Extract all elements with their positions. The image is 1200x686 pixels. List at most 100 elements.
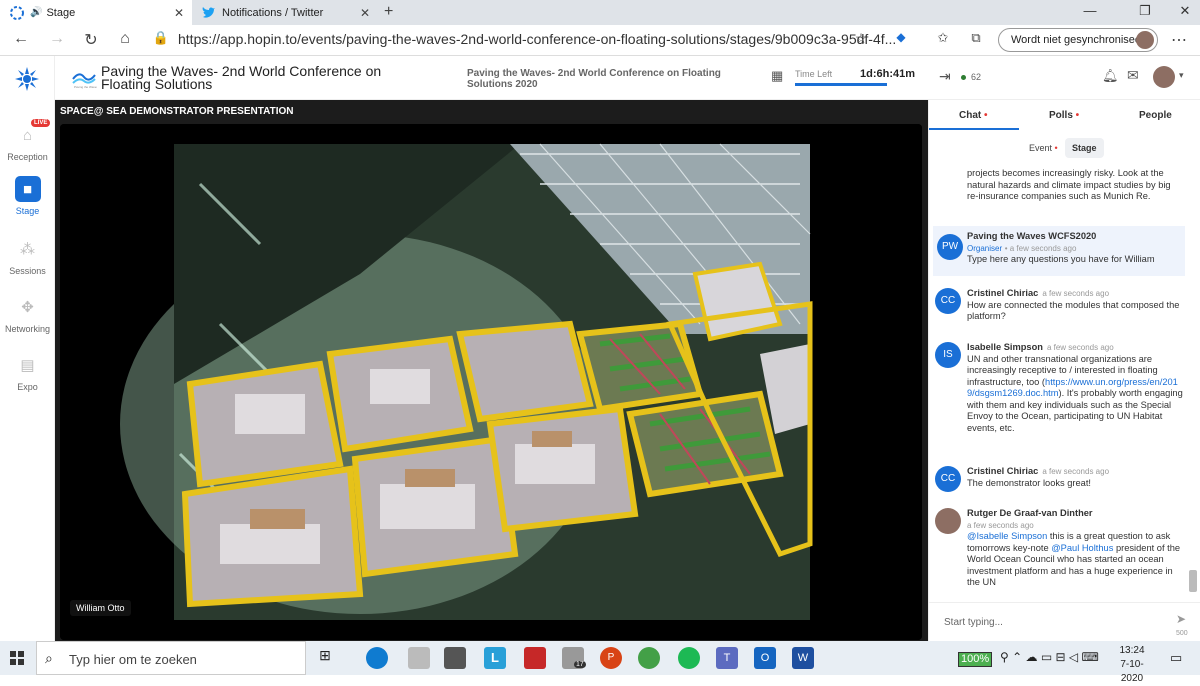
chat-message: Rutger De Graaf-van Dinther a few second… <box>935 508 1183 589</box>
chat-message: CC Cristinel Chiriac a few seconds ago Th… <box>935 466 1183 492</box>
url-field[interactable]: https://app.hopin.to/events/paving-the-w… <box>178 31 896 47</box>
chat-input[interactable]: Start typing... <box>944 617 1003 628</box>
time-left-value: 1d:6h:41m <box>860 68 916 80</box>
lock-icon[interactable]: 🔒 <box>150 30 172 46</box>
tab-twitter[interactable]: Notifications / Twitter ✕ <box>192 0 378 25</box>
clock[interactable]: 13:24 7-10-2020 <box>1110 644 1154 686</box>
char-count: 500 <box>1176 630 1188 637</box>
address-bar: ← → ↻ ⌂ 🔒 https://app.hopin.to/events/pa… <box>0 25 1200 56</box>
time-left-bar <box>795 83 887 86</box>
system-tray-icons[interactable]: ⚲ ⌃ ☁ ▭ ⊟ ◁ ⌨ <box>1000 650 1099 664</box>
author-name[interactable]: Cristinel Chiriac <box>967 288 1038 298</box>
new-tab-button[interactable]: + <box>384 3 393 21</box>
handshake-icon: ✥ <box>21 299 34 316</box>
sidebar-item-expo[interactable]: ▤ Expo <box>0 352 55 392</box>
avatar: CC <box>935 466 961 492</box>
active-tab-indicator <box>929 128 1019 130</box>
role-badge: Organiser <box>967 243 1003 253</box>
back-icon[interactable]: ← <box>10 30 32 48</box>
home-icon[interactable]: ⌂ <box>114 30 136 48</box>
hopin-icon <box>10 5 24 20</box>
hopin-logo[interactable] <box>14 66 40 97</box>
taskbar-search[interactable]: ⌕ Typ hier om te zoeken <box>36 641 306 675</box>
forward-icon[interactable]: → <box>46 30 68 48</box>
author-name[interactable]: Paving the Waves WCFS2020 <box>967 231 1183 243</box>
close-icon[interactable]: ✕ <box>360 6 370 20</box>
sidebar-item-reception[interactable]: ⌂ Reception <box>0 122 55 163</box>
battery-indicator[interactable]: 100% <box>958 652 993 667</box>
spotify-icon[interactable] <box>678 647 700 669</box>
windows-start-icon[interactable] <box>10 651 24 670</box>
menu-icon[interactable]: ⋯ <box>1168 30 1190 50</box>
tab-chat[interactable]: Chat • <box>959 110 988 121</box>
badge-count: 17 <box>574 661 586 668</box>
window-close-icon[interactable]: ✕ <box>1175 3 1195 19</box>
powerpoint-icon[interactable]: P <box>600 647 622 669</box>
sync-label: Wordt niet gesynchroniseerd <box>1011 34 1151 46</box>
edge-icon[interactable] <box>366 647 388 669</box>
mail-icon[interactable]: ✉ <box>1127 67 1139 84</box>
divider <box>929 602 1200 603</box>
mention-link[interactable]: @Isabelle Simpson <box>967 531 1047 541</box>
outlook-icon[interactable]: O <box>754 647 776 669</box>
refresh-icon[interactable]: ↻ <box>80 30 102 50</box>
extension-icon[interactable]: ◆ <box>890 30 912 44</box>
sidebar-item-stage[interactable]: ■ Stage <box>0 176 55 216</box>
app-sidebar: ⌂ Reception ■ Stage ⁂ Sessions ✥ Network… <box>0 56 55 641</box>
minimize-icon[interactable]: — <box>1080 3 1100 18</box>
author-name[interactable]: Isabelle Simpson <box>967 342 1043 352</box>
task-view-icon[interactable]: ⊞ <box>314 647 336 669</box>
app-l-icon[interactable]: L <box>484 647 506 669</box>
chrome-icon[interactable] <box>638 647 660 669</box>
event-title: Paving the Waves- 2nd World Conference o… <box>101 63 382 92</box>
send-icon[interactable]: ➤ <box>1176 612 1186 626</box>
user-avatar[interactable] <box>1153 66 1175 88</box>
author-name[interactable]: Cristinel Chiriac <box>967 466 1038 476</box>
calendar-icon[interactable]: ▦ <box>771 68 783 84</box>
tab-label: Notifications / Twitter <box>222 6 324 19</box>
author-name[interactable]: Rutger De Graaf-van Dinther <box>967 508 1183 520</box>
chevron-down-icon[interactable]: ▾ <box>1179 70 1184 81</box>
collections-icon[interactable]: ⧉ <box>965 30 987 46</box>
file-explorer-icon[interactable] <box>408 647 430 669</box>
teams-icon[interactable]: T <box>716 647 738 669</box>
twitter-icon <box>202 6 216 20</box>
people-icon: ⁂ <box>20 241 35 258</box>
svg-text:Paving the Waves: Paving the Waves <box>74 85 97 89</box>
chat-scrollbar[interactable] <box>1189 570 1197 592</box>
tab-polls[interactable]: Polls • <box>1049 110 1079 121</box>
online-dot-icon <box>961 75 966 80</box>
windows-taskbar: ⌕ Typ hier om te zoeken ⊞ L 17 P T O W 1… <box>0 641 1200 684</box>
tab-people[interactable]: People <box>1139 110 1172 121</box>
notification-icon[interactable]: ▭ <box>1170 650 1182 666</box>
sync-button[interactable]: Wordt niet gesynchroniseerd <box>998 28 1158 52</box>
browser-tab-bar: 🔊 Stage ✕ Notifications / Twitter ✕ + — … <box>0 0 1200 25</box>
subtab-event[interactable]: Event • <box>1029 143 1058 153</box>
favorites-icon[interactable]: ✩ <box>932 30 954 46</box>
video-player[interactable] <box>60 124 922 640</box>
sidebar-item-sessions[interactable]: ⁂ Sessions <box>0 236 55 276</box>
stage-title: SPACE@ SEA DEMONSTRATOR PRESENTATION <box>60 106 294 117</box>
maximize-icon[interactable]: ❐ <box>1135 3 1155 19</box>
chat-message: IS Isabelle Simpson a few seconds ago UN … <box>935 342 1183 434</box>
live-badge: LIVE <box>31 119 51 127</box>
tab-stage[interactable]: 🔊 Stage ✕ <box>0 0 192 25</box>
event-header: Paving the Waves Paving the Waves- 2nd W… <box>55 56 1200 100</box>
video-frame <box>60 124 922 640</box>
viewer-count: 62 <box>961 72 981 82</box>
close-icon[interactable]: ✕ <box>174 6 184 20</box>
mention-link[interactable]: @Paul Holthus <box>1051 543 1113 553</box>
stage-area: SPACE@ SEA DEMONSTRATOR PRESENTATION Wil… <box>55 100 928 641</box>
chat-panel: Chat • Polls • People Event • Stage proj… <box>928 100 1200 641</box>
word-icon[interactable]: W <box>792 647 814 669</box>
mcafee-icon[interactable] <box>524 647 546 669</box>
exit-icon[interactable]: ⇥ <box>939 68 951 85</box>
sidebar-item-networking[interactable]: ✥ Networking <box>0 294 55 334</box>
store-icon[interactable] <box>444 647 466 669</box>
chat-message: CC Cristinel Chiriac a few seconds ago Ho… <box>935 288 1183 323</box>
search-icon: ⌕ <box>45 650 53 666</box>
booth-icon: ▤ <box>20 357 35 374</box>
bell-icon[interactable]: 🔔︎ <box>1102 68 1119 84</box>
star-icon[interactable]: ☆ <box>850 30 872 47</box>
subtab-stage[interactable]: Stage <box>1065 138 1104 158</box>
